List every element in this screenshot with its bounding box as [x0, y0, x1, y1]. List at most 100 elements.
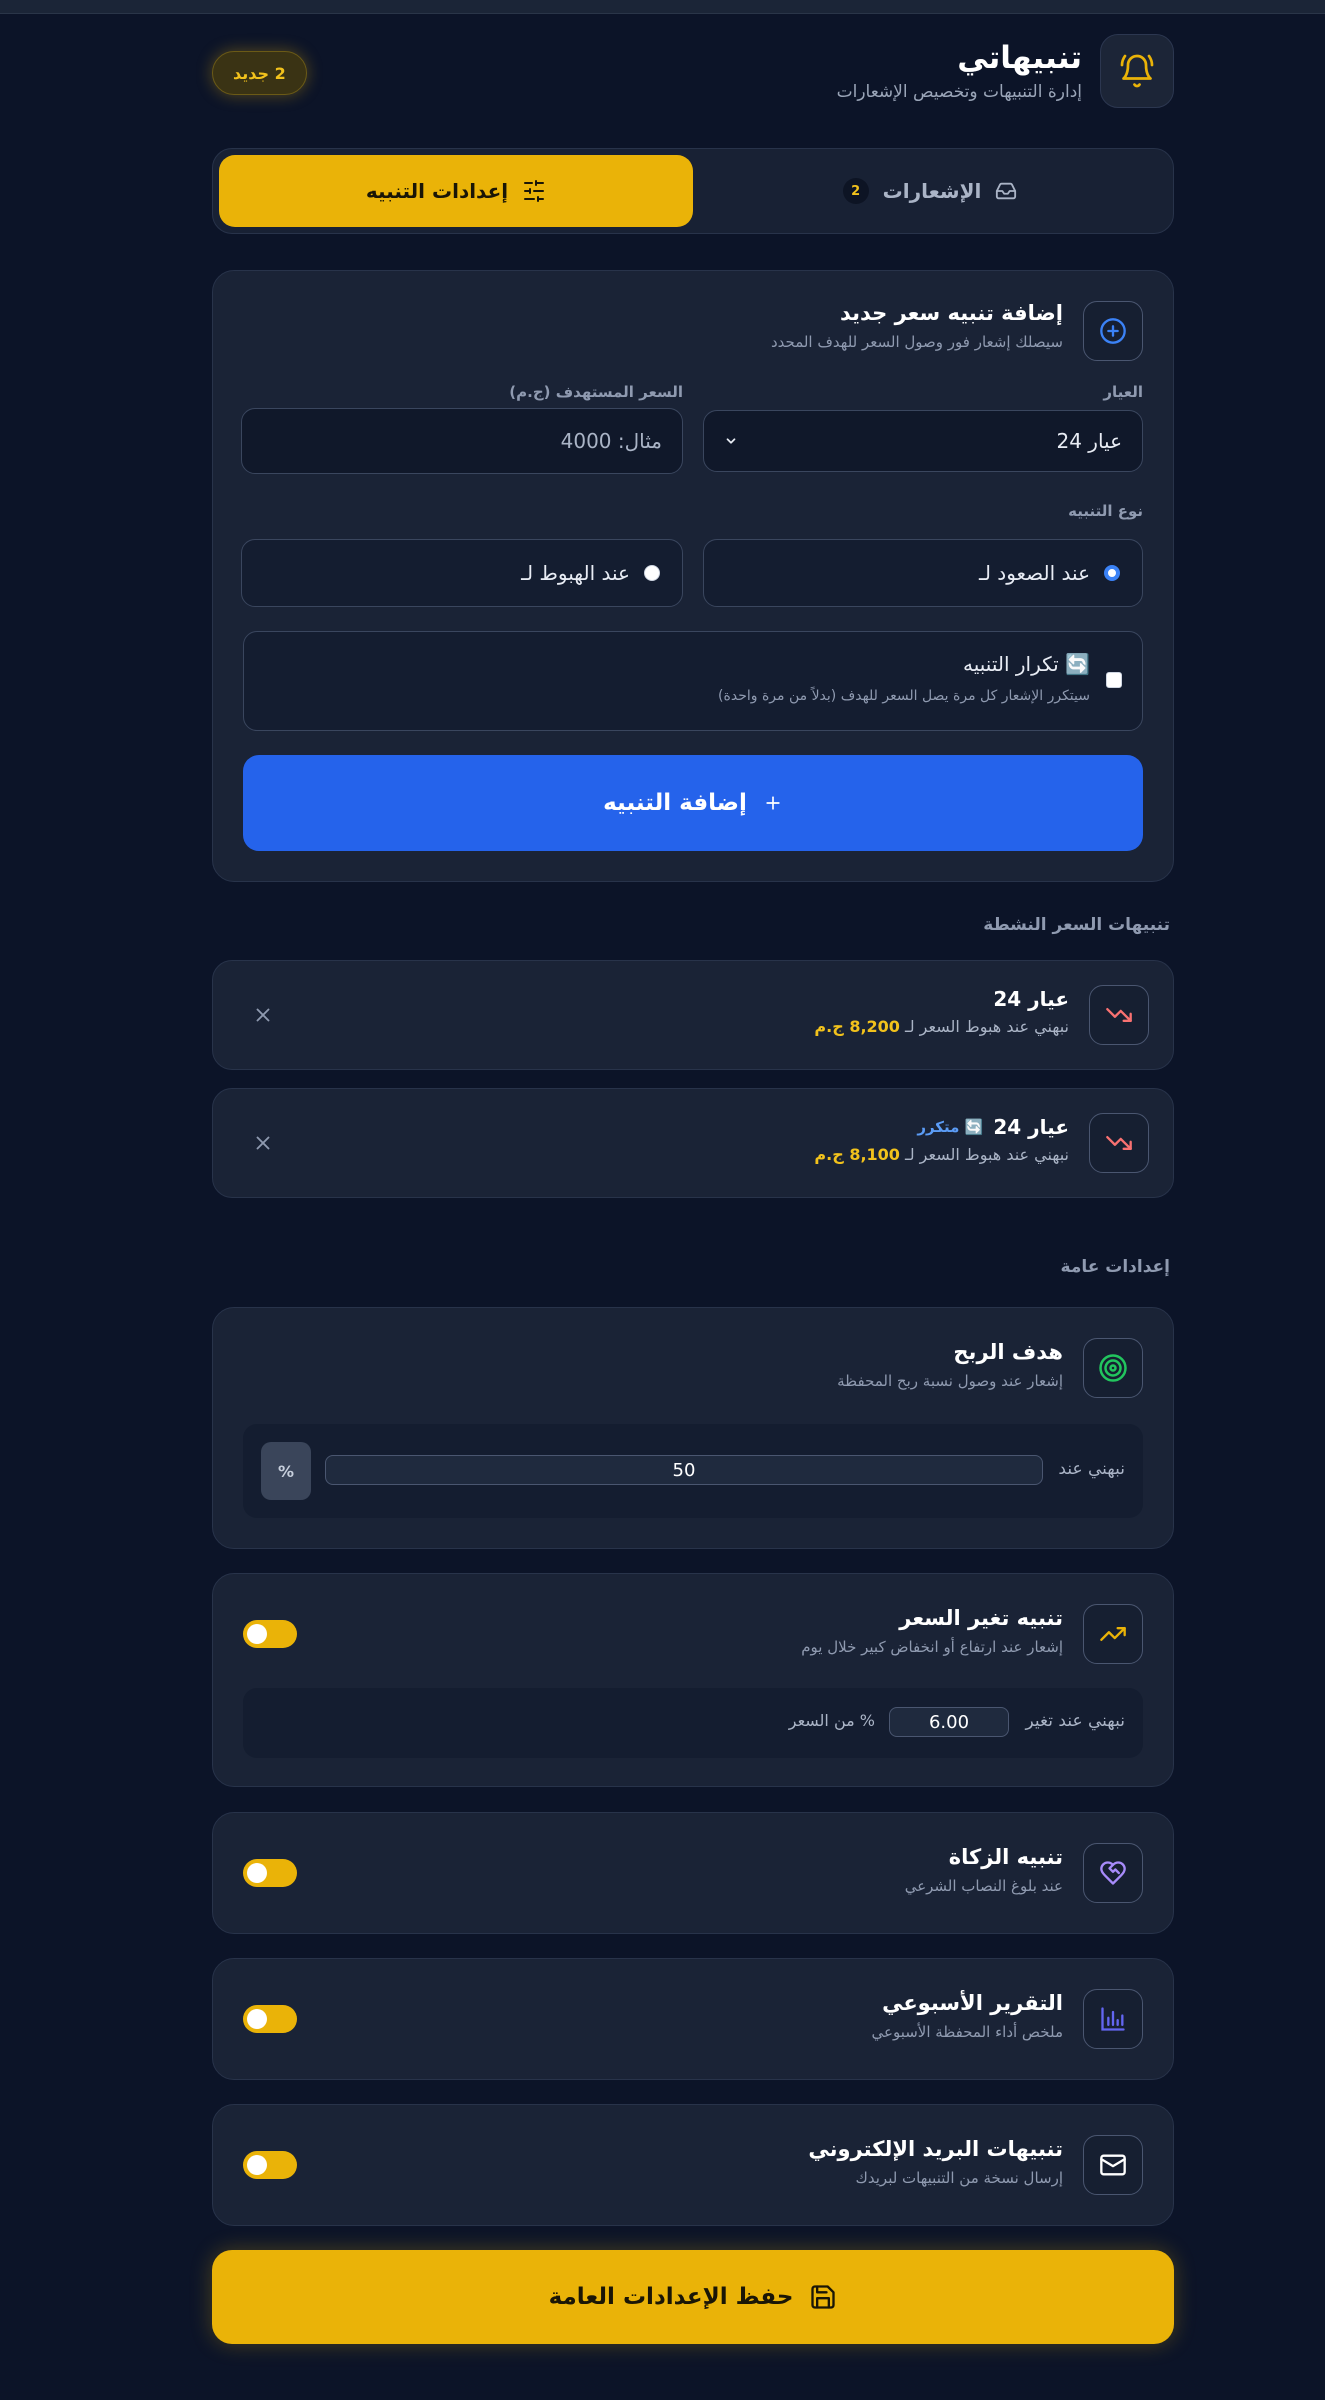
percent-unit: %	[261, 1442, 311, 1500]
alert-type-label: نوع التنبيه	[1068, 502, 1143, 520]
add-icon-box	[1083, 301, 1143, 361]
price-change-input[interactable]: 6.00	[889, 1707, 1009, 1737]
mail-icon-box	[1083, 2135, 1143, 2195]
target-price-input[interactable]	[241, 408, 683, 474]
add-alert-subtitle: سيصلك إشعار فور وصول السعر للهدف المحدد	[770, 333, 1063, 351]
alert-condition: نبهني عند هبوط السعر لـ	[905, 1145, 1069, 1164]
add-alert-button[interactable]: إضافة التنبيه	[243, 755, 1143, 851]
target-icon-box	[1083, 1338, 1143, 1398]
radio-option-up[interactable]: عند الصعود لـ	[703, 539, 1143, 607]
trend-down-icon-box	[1089, 985, 1149, 1045]
delete-alert-button[interactable]	[249, 1001, 277, 1029]
repeat-subtitle: سيتكرر الإشعار كل مرة يصل السعر للهدف (ب…	[718, 688, 1090, 704]
weekly-report-subtitle: ملخص أداء المحفظة الأسبوعي	[871, 2023, 1063, 2041]
repeat-checkbox[interactable]	[1106, 672, 1122, 688]
price-change-notify-label: نبهني عند تغير	[1025, 1711, 1125, 1731]
tab-bar: الإشعارات 2 إعدادات التنبيه	[212, 148, 1174, 234]
alert-title: عيار 24	[993, 987, 1069, 1011]
top-bar	[0, 0, 1325, 14]
price-change-toggle[interactable]	[243, 1620, 297, 1648]
zakat-alert-card: تنبيه الزكاة عند بلوغ النصاب الشرعي	[212, 1812, 1174, 1934]
repeat-title: 🔄 تكرار التنبيه	[963, 652, 1090, 676]
tab-notifications-label: الإشعارات	[882, 179, 982, 203]
plus-icon	[766, 796, 780, 810]
tab-alert-settings-label: إعدادات التنبيه	[365, 179, 509, 203]
trend-up-icon-box	[1083, 1604, 1143, 1664]
radio-down-indicator[interactable]	[644, 565, 660, 581]
email-alerts-toggle[interactable]	[243, 2151, 297, 2179]
trending-down-icon	[1106, 1008, 1132, 1022]
repeat-badge: 🔄 متكرر	[917, 1118, 984, 1136]
email-alerts-title: تنبيهات البريد الإلكتروني	[808, 2137, 1063, 2161]
zakat-title: تنبيه الزكاة	[948, 1845, 1063, 1869]
chevron-down-icon	[726, 438, 736, 444]
save-button-label: حفظ الإعدادات العامة	[548, 2284, 794, 2310]
page-subtitle: إدارة التنبيهات وتخصيص الإشعارات	[836, 82, 1082, 102]
alert-price: 8,200 ج.م	[814, 1017, 900, 1036]
radio-option-down[interactable]: عند الهبوط لـ	[241, 539, 683, 607]
alert-condition: نبهني عند هبوط السعر لـ	[905, 1017, 1069, 1036]
close-icon	[256, 1008, 270, 1022]
radio-up-indicator[interactable]	[1104, 565, 1120, 581]
karat-label: العيار	[1103, 383, 1143, 401]
save-general-settings-button[interactable]: حفظ الإعدادات العامة	[212, 2250, 1174, 2344]
alert-description: نبهني عند هبوط السعر لـ 8,100 ج.م	[814, 1145, 1069, 1164]
target-price-label: السعر المستهدف (ج.م)	[509, 383, 683, 401]
price-change-card: تنبيه تغير السعر إشعار عند ارتفاع أو انخ…	[212, 1573, 1174, 1787]
bar-chart-icon	[1101, 2007, 1125, 2031]
alert-description: نبهني عند هبوط السعر لـ 8,200 ج.م	[814, 1017, 1069, 1036]
karat-select-value: عيار 24	[1056, 429, 1122, 453]
notifications-count-badge: 2	[842, 178, 869, 204]
zakat-icon-box	[1083, 1843, 1143, 1903]
add-alert-button-label: إضافة التنبيه	[603, 790, 747, 816]
add-alert-title: إضافة تنبيه سعر جديد	[840, 301, 1063, 325]
profit-target-panel: نبهني عند 50 %	[243, 1424, 1143, 1518]
tab-alert-settings[interactable]: إعدادات التنبيه	[219, 155, 693, 227]
alert-karat: عيار 24	[993, 987, 1069, 1011]
profit-target-card: هدف الربح إشعار عند وصول نسبة ربح المحفظ…	[212, 1307, 1174, 1549]
zakat-subtitle: عند بلوغ النصاب الشرعي	[904, 1877, 1063, 1895]
mail-icon	[1100, 2154, 1126, 2176]
repeat-alert-option[interactable]: 🔄 تكرار التنبيه سيتكرر الإشعار كل مرة يص…	[243, 631, 1143, 731]
weekly-report-title: التقرير الأسبوعي	[882, 1991, 1063, 2015]
active-alert-item: عيار 24 نبهني عند هبوط السعر لـ 8,200 ج.…	[212, 960, 1174, 1070]
page-header: تنبيهاتي إدارة التنبيهات وتخصيص الإشعارا…	[212, 34, 1174, 114]
email-alerts-subtitle: إرسال نسخة من التنبيهات لبريدك	[855, 2169, 1064, 2187]
profit-target-input[interactable]: 50	[325, 1455, 1043, 1485]
weekly-report-toggle[interactable]	[243, 2005, 297, 2033]
email-alerts-card: تنبيهات البريد الإلكتروني إرسال نسخة من …	[212, 2104, 1174, 2226]
page-title: تنبيهاتي	[957, 40, 1082, 76]
zakat-toggle[interactable]	[243, 1859, 297, 1887]
inbox-icon	[996, 182, 1017, 200]
price-change-title: تنبيه تغير السعر	[899, 1606, 1063, 1630]
save-icon	[811, 2285, 836, 2309]
close-icon	[256, 1136, 270, 1150]
sliders-icon	[524, 180, 545, 202]
radio-down-label: عند الهبوط لـ	[521, 561, 630, 585]
add-alert-card: إضافة تنبيه سعر جديد سيصلك إشعار فور وصو…	[212, 270, 1174, 882]
new-notifications-badge[interactable]: 2 جديد	[212, 51, 307, 95]
karat-select[interactable]: عيار 24	[703, 410, 1143, 472]
profit-target-subtitle: إشعار عند وصول نسبة ربح المحفظة	[837, 1372, 1063, 1390]
alert-karat: عيار 24	[993, 1115, 1069, 1139]
trending-up-icon	[1100, 1627, 1126, 1641]
alert-title: عيار 24 🔄 متكرر	[917, 1115, 1069, 1139]
radio-up-label: عند الصعود لـ	[978, 561, 1090, 585]
price-change-panel: نبهني عند تغير 6.00 % من السعر	[243, 1688, 1143, 1758]
tab-notifications[interactable]: الإشعارات 2	[693, 155, 1167, 227]
alert-price: 8,100 ج.م	[814, 1145, 900, 1164]
delete-alert-button[interactable]	[249, 1129, 277, 1157]
target-icon	[1099, 1354, 1127, 1382]
bell-icon-box	[1100, 34, 1174, 108]
profit-notify-label: نبهني عند	[1058, 1459, 1125, 1479]
trending-down-icon	[1106, 1136, 1132, 1150]
price-change-suffix: % من السعر	[788, 1711, 875, 1730]
weekly-report-card: التقرير الأسبوعي ملخص أداء المحفظة الأسب…	[212, 1958, 1174, 2080]
price-change-subtitle: إشعار عند ارتفاع أو انخفاض كبير خلال يوم	[801, 1638, 1063, 1656]
profit-target-title: هدف الربح	[953, 1340, 1063, 1364]
hand-heart-icon	[1100, 1861, 1126, 1885]
active-alerts-heading: تنبيهات السعر النشطة	[983, 915, 1170, 935]
trend-down-icon-box	[1089, 1113, 1149, 1173]
bell-icon	[1120, 54, 1154, 88]
plus-circle-icon	[1100, 318, 1126, 344]
